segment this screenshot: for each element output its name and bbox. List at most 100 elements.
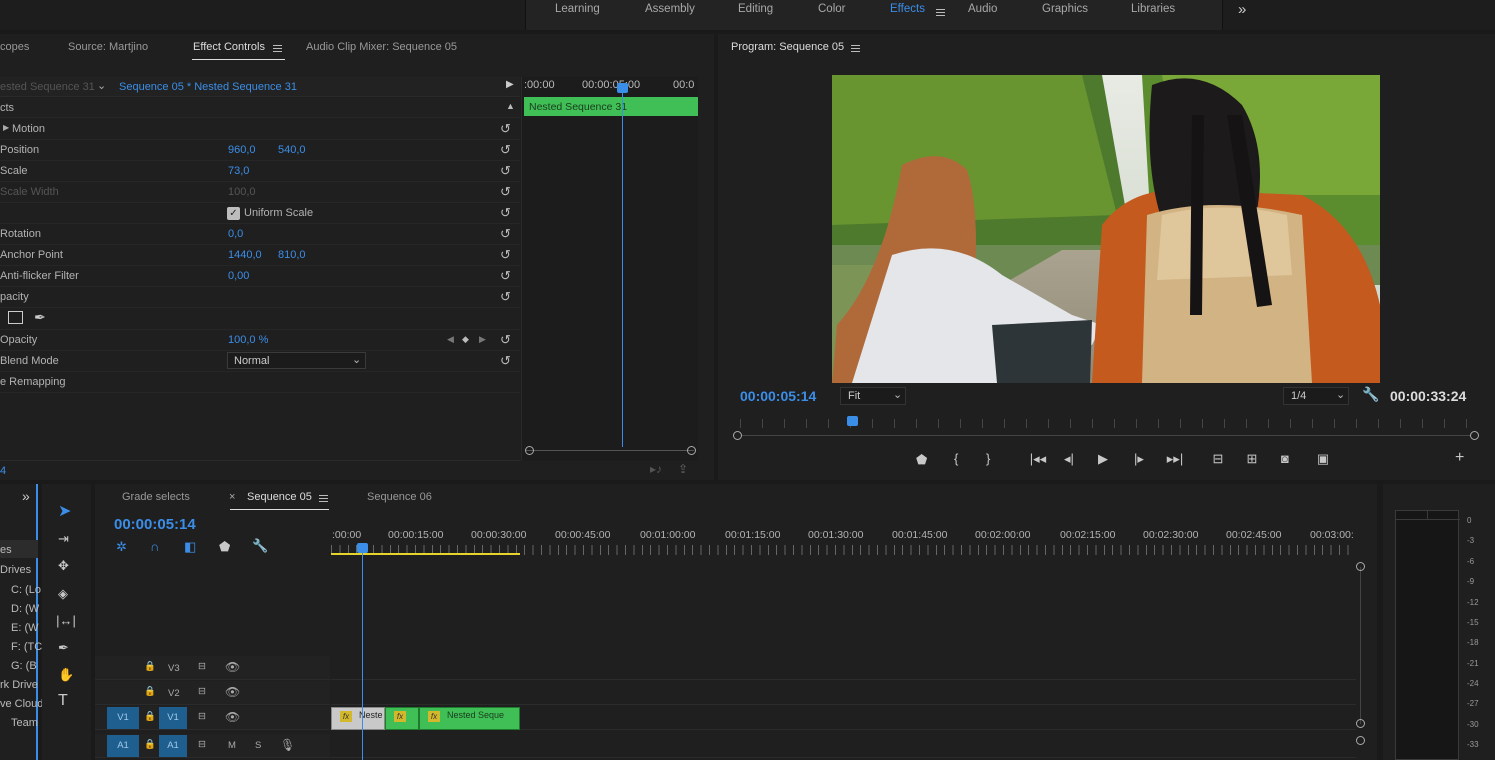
position-x-value[interactable]: 960,0: [228, 144, 256, 156]
timeline-playhead-line[interactable]: [362, 553, 363, 760]
more-panels-icon[interactable]: »: [22, 488, 30, 504]
opacity-group-reset-icon[interactable]: ↺: [500, 290, 514, 304]
browser-item[interactable]: C: (Lo: [11, 584, 41, 596]
scale-reset-icon[interactable]: ↺: [500, 164, 514, 178]
prev-keyframe-icon[interactable]: ◀: [447, 334, 454, 345]
browser-item[interactable]: G: (B: [11, 660, 37, 672]
master-clip-label[interactable]: ested Sequence 31: [0, 81, 95, 93]
timeline-clip[interactable]: fx Neste: [331, 707, 385, 730]
mini-zoom-handle-left[interactable]: [525, 446, 534, 455]
workspace-editing[interactable]: Editing: [738, 3, 773, 15]
timeline-playhead-handle[interactable]: [357, 543, 368, 553]
antiflicker-reset-icon[interactable]: ↺: [500, 269, 514, 283]
audio-scroll-handle[interactable]: [1356, 736, 1365, 745]
work-area-bar[interactable]: [331, 553, 520, 555]
extract-icon[interactable]: ⊞: [1243, 452, 1261, 466]
track-lane-v2[interactable]: [331, 681, 1356, 705]
slip-tool-icon[interactable]: |↔|: [56, 614, 76, 628]
browser-item[interactable]: Drives: [0, 564, 31, 576]
add-button-icon[interactable]: +: [1455, 450, 1464, 466]
tab-audio-clip-mixer[interactable]: Audio Clip Mixer: Sequence 05: [306, 41, 457, 53]
mute-button[interactable]: M: [228, 740, 236, 751]
go-to-in-icon[interactable]: |◂◂: [1029, 452, 1047, 466]
sequence-clip-label[interactable]: Sequence 05 * Nested Sequence 31: [119, 81, 297, 93]
track-label-v3[interactable]: V3: [168, 663, 180, 674]
program-playhead[interactable]: [847, 416, 858, 426]
program-video-frame[interactable]: [832, 75, 1380, 383]
add-keyframe-icon[interactable]: ◆: [462, 334, 469, 345]
timeline-empty-area[interactable]: [331, 557, 1356, 655]
timeline-settings-wrench-icon[interactable]: 🔧: [252, 539, 268, 553]
voiceover-mic-icon[interactable]: 🎙: [280, 738, 295, 752]
source-patch-a1[interactable]: A1: [107, 735, 139, 757]
lock-icon[interactable]: 🔒: [144, 711, 156, 722]
scale-width-reset-icon[interactable]: ↺: [500, 185, 514, 199]
pen-tool-icon[interactable]: ✒: [58, 641, 69, 655]
position-y-value[interactable]: 540,0: [278, 144, 306, 156]
linked-selection-icon[interactable]: ◧: [184, 540, 196, 554]
program-timecode[interactable]: 00:00:05:14: [740, 388, 816, 404]
timeline-timecode[interactable]: 00:00:05:14: [114, 516, 196, 533]
program-zoom-bar[interactable]: [742, 435, 1470, 436]
timeline-clip[interactable]: fx: [385, 707, 419, 730]
track-lane-a1[interactable]: [331, 734, 1356, 758]
ripple-edit-tool-icon[interactable]: ✥: [58, 559, 69, 573]
step-forward-icon[interactable]: |▸: [1134, 452, 1144, 466]
workspace-effects[interactable]: Effects: [890, 3, 925, 15]
snap-magnet-icon[interactable]: ∩: [150, 540, 159, 554]
mark-out-icon[interactable]: }: [986, 452, 990, 466]
type-tool-icon[interactable]: T: [58, 693, 68, 709]
browser-item[interactable]: es: [0, 544, 12, 556]
tab-sequence-06[interactable]: Sequence 06: [367, 491, 432, 503]
tab-scopes[interactable]: copes: [0, 41, 29, 53]
nest-toggle-icon[interactable]: ✲: [116, 540, 127, 554]
sync-lock-icon[interactable]: ⊟: [198, 661, 206, 672]
next-keyframe-icon[interactable]: ▶: [479, 334, 486, 345]
anchor-x-value[interactable]: 1440,0: [228, 249, 262, 261]
go-to-out-icon[interactable]: ▸▸|: [1166, 452, 1184, 466]
filter-icon[interactable]: ▸♪: [650, 462, 662, 476]
mini-playhead-handle[interactable]: [617, 83, 628, 93]
pen-mask-icon[interactable]: ✒: [34, 309, 46, 326]
wrench-settings-icon[interactable]: 🔧: [1362, 386, 1379, 403]
motion-reset-icon[interactable]: ↺: [500, 122, 514, 136]
workspace-effects-menu-icon[interactable]: [936, 7, 945, 18]
track-lane-v3[interactable]: [331, 656, 1356, 680]
timeline-menu-icon[interactable]: [319, 493, 328, 504]
motion-expand-icon[interactable]: ▶: [3, 123, 9, 132]
workspace-color[interactable]: Color: [818, 3, 845, 15]
browser-item[interactable]: E: (W: [11, 622, 39, 634]
ec-timecode[interactable]: 4: [0, 465, 6, 477]
source-patch-v1[interactable]: V1: [107, 707, 139, 729]
hand-tool-icon[interactable]: ✋: [58, 668, 74, 682]
workspace-graphics[interactable]: Graphics: [1042, 3, 1088, 15]
browser-item[interactable]: rk Drive: [0, 679, 38, 691]
export-icon[interactable]: ⇪: [678, 462, 688, 476]
uniform-reset-icon[interactable]: ↺: [500, 206, 514, 220]
add-marker-icon[interactable]: ⬟: [219, 540, 230, 554]
track-label-a1[interactable]: A1: [159, 735, 187, 757]
step-back-icon[interactable]: ◂|: [1064, 452, 1074, 466]
mini-playhead[interactable]: [622, 85, 623, 447]
more-workspaces-icon[interactable]: »: [1238, 1, 1246, 18]
rotation-value[interactable]: 0,0: [228, 228, 243, 240]
tab-source[interactable]: Source: Martjino: [68, 41, 148, 53]
program-menu-icon[interactable]: [851, 43, 860, 54]
tab-sequence-05[interactable]: Sequence 05: [247, 491, 312, 503]
uniform-scale-checkbox[interactable]: ✓: [227, 207, 240, 220]
mini-zoom-handle-right[interactable]: [687, 446, 696, 455]
tab-effect-controls[interactable]: Effect Controls: [193, 41, 265, 53]
program-zoom-handle-right[interactable]: [1470, 431, 1479, 440]
workspace-learning[interactable]: Learning: [555, 3, 600, 15]
zoom-fit-dropdown[interactable]: Fit ⌄: [840, 387, 906, 405]
mini-zoom-bar[interactable]: [526, 450, 694, 451]
blend-mode-dropdown[interactable]: Normal ⌄: [227, 352, 366, 369]
sync-lock-icon[interactable]: ⊟: [198, 711, 206, 722]
close-tab-icon[interactable]: ×: [229, 491, 235, 503]
position-reset-icon[interactable]: ↺: [500, 143, 514, 157]
workspace-libraries[interactable]: Libraries: [1131, 3, 1175, 15]
mini-clip[interactable]: Nested Sequence 31: [524, 97, 698, 116]
eye-visibility-icon[interactable]: 👁: [225, 710, 240, 724]
play-icon[interactable]: ▶: [1098, 452, 1108, 466]
lock-icon[interactable]: 🔒: [144, 661, 156, 672]
